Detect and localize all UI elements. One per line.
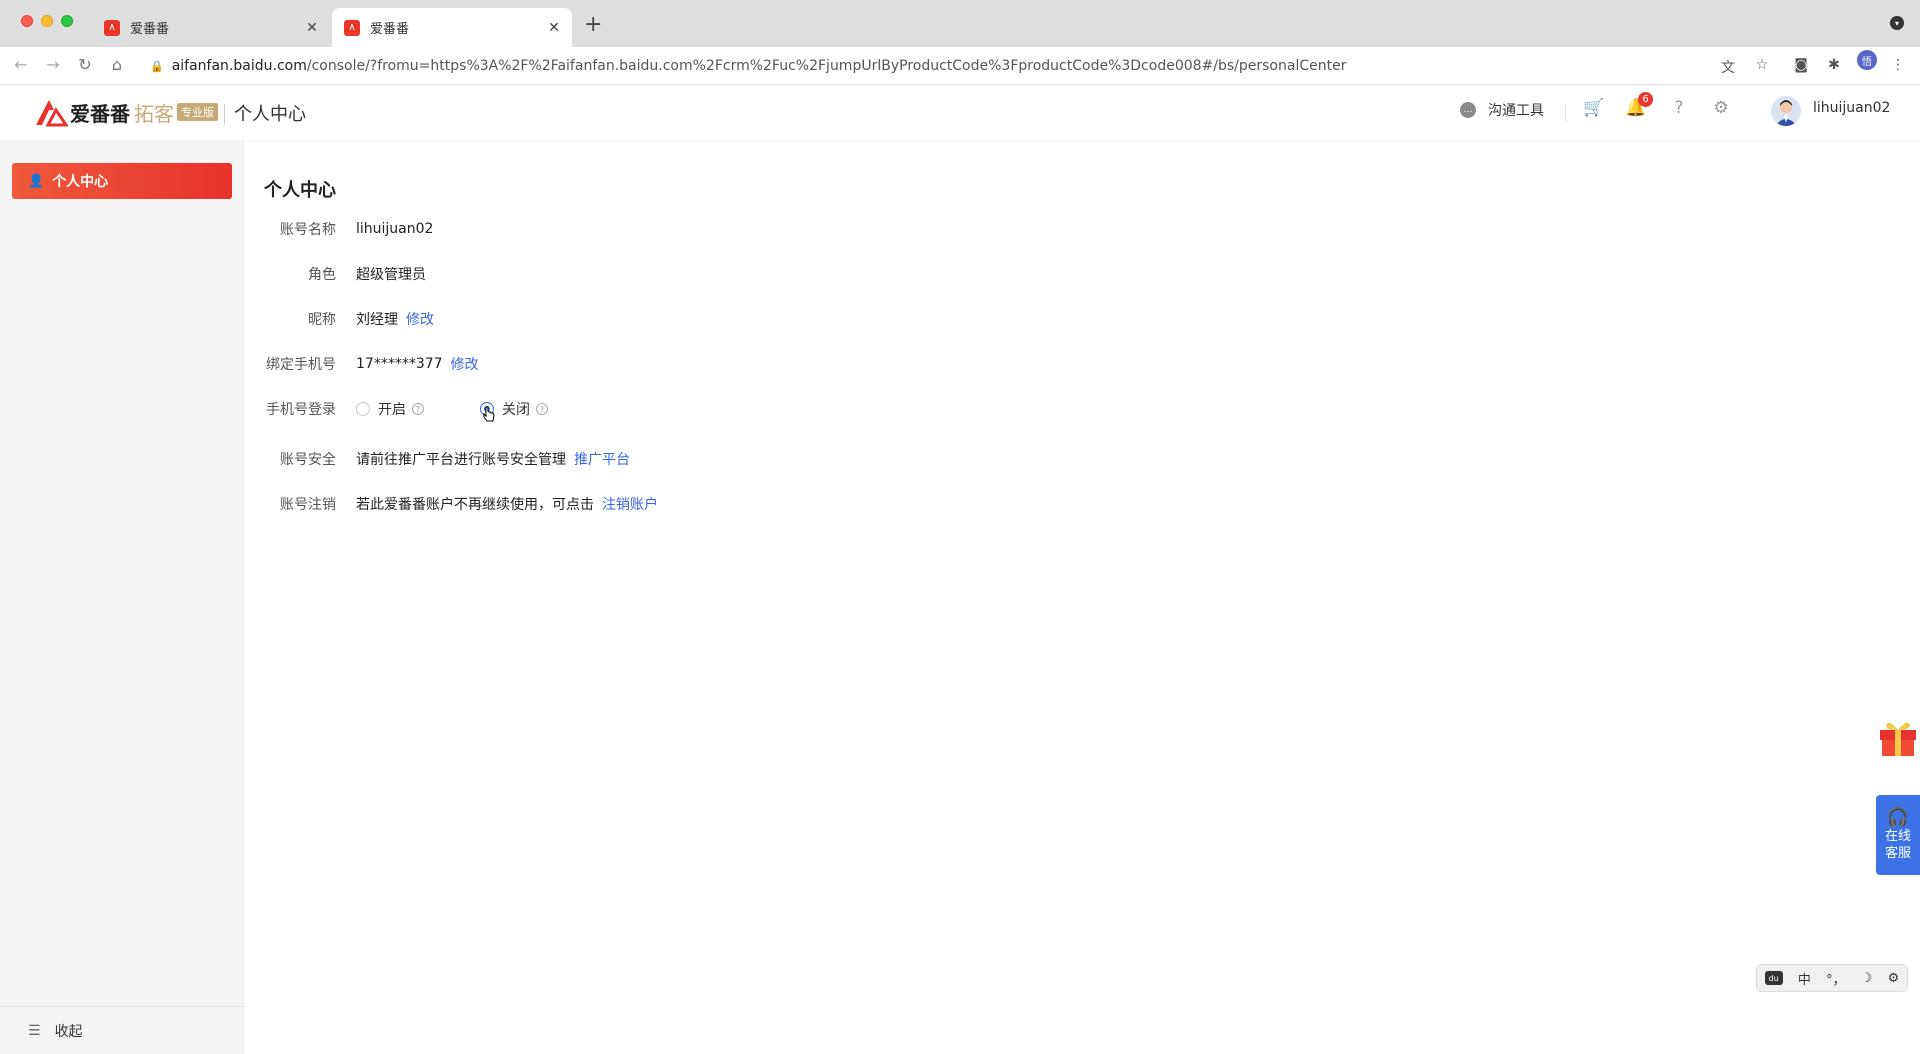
ime-language-toggle[interactable]: 中 xyxy=(1798,969,1811,988)
header-title: 个人中心 xyxy=(234,104,306,125)
phone-row: 绑定手机号 17******377 修改 xyxy=(252,353,479,375)
cs-label-line1: 在线 xyxy=(1884,828,1911,844)
field-label: 角色 xyxy=(308,267,336,283)
field-label: 账号安全 xyxy=(280,452,336,468)
window-maximize-button[interactable] xyxy=(61,15,73,27)
tab-search-icon[interactable]: ▾ xyxy=(1890,16,1904,30)
field-label: 账号名称 xyxy=(280,222,336,238)
cancel-text: 若此爱番番账户不再继续使用，可点击 xyxy=(356,497,594,513)
role-row: 角色 超级管理员 xyxy=(252,263,426,285)
account-security-row: 账号安全 请前往推广平台进行账号安全管理 推广平台 xyxy=(252,448,630,470)
notification-badge: 6 xyxy=(1638,92,1653,107)
window-close-button[interactable] xyxy=(21,15,33,27)
chat-icon[interactable]: … xyxy=(1460,102,1476,118)
field-label: 手机号登录 xyxy=(266,402,336,418)
browser-tab-active[interactable]: ∧ 爱番番 ✕ xyxy=(332,8,572,47)
user-avatar[interactable] xyxy=(1771,96,1801,126)
role-value: 超级管理员 xyxy=(356,267,426,283)
sidebar: 👤 个人中心 ☰ 收起 xyxy=(0,140,244,1054)
account-name-value: lihuijuan02 xyxy=(356,221,434,237)
settings-gear-icon[interactable]: ⚙ xyxy=(1710,98,1732,118)
url-host: aifanfan.baidu.com xyxy=(171,58,307,74)
nickname-value: 刘经理 xyxy=(356,312,398,328)
home-icon[interactable]: ⌂ xyxy=(106,55,128,74)
account-name-row: 账号名称 lihuijuan02 xyxy=(252,218,433,240)
help-icon[interactable]: ? xyxy=(412,403,424,415)
online-customer-service-button[interactable]: 🎧 在线 客服 xyxy=(1876,795,1920,875)
header-divider xyxy=(224,104,225,124)
bookmark-star-icon[interactable]: ☆ xyxy=(1752,57,1772,73)
app-header: 爱番番 拓客 专业版 个人中心 … 沟通工具 🛒 🔔 6 ? ⚙ lihuiju… xyxy=(0,86,1920,140)
ime-logo-icon[interactable]: du xyxy=(1764,971,1783,985)
nickname-row: 昵称 刘经理 修改 xyxy=(252,308,434,330)
favicon-icon: ∧ xyxy=(344,19,360,36)
reload-icon[interactable]: ↻ xyxy=(74,55,96,74)
brand-logo[interactable]: 爱番番 拓客 专业版 xyxy=(34,94,218,130)
cancel-account-link[interactable]: 注销账户 xyxy=(602,494,658,514)
sidebar-collapse-button[interactable]: ☰ 收起 xyxy=(0,1006,244,1054)
ime-moon-icon[interactable]: ☽ xyxy=(1861,971,1873,986)
ime-settings-icon[interactable]: ⚙ xyxy=(1888,971,1900,986)
tab-close-icon[interactable]: ✕ xyxy=(544,20,564,36)
camera-icon[interactable]: ◙ xyxy=(1791,57,1811,73)
radio-on[interactable] xyxy=(356,402,370,416)
promotion-platform-link[interactable]: 推广平台 xyxy=(574,449,630,469)
field-label: 昵称 xyxy=(308,312,336,328)
username[interactable]: lihuijuan02 xyxy=(1813,100,1890,116)
window-minimize-button[interactable] xyxy=(41,15,53,27)
tab-title: 爱番番 xyxy=(370,22,410,37)
browser-toolbar: ← → ↻ ⌂ 🔒 aifanfan.baidu.com/console/?fr… xyxy=(0,47,1920,85)
phone-login-row: 手机号登录 开启 ? 关闭 ? xyxy=(252,398,548,420)
account-cancel-row: 账号注销 若此爱番番账户不再继续使用，可点击 注销账户 xyxy=(252,493,658,515)
translate-icon[interactable]: 文 xyxy=(1718,57,1738,77)
browser-tab-bar: ∧ 爱番番 ✕ ∧ 爱番番 ✕ + ▾ xyxy=(0,0,1920,47)
edit-nickname-link[interactable]: 修改 xyxy=(406,309,434,329)
radio-off-label[interactable]: 关闭 xyxy=(502,399,530,419)
header-separator xyxy=(1565,104,1566,122)
page-title: 个人中心 xyxy=(264,180,336,201)
phone-login-on-option[interactable]: 开启 ? xyxy=(356,399,424,419)
collapse-menu-icon: ☰ xyxy=(28,1022,41,1039)
edition-badge: 专业版 xyxy=(177,103,218,121)
forward-icon[interactable]: → xyxy=(42,55,64,74)
tab-title: 爱番番 xyxy=(130,22,170,37)
cart-icon[interactable]: 🛒 xyxy=(1583,98,1605,118)
help-icon[interactable]: ? xyxy=(1668,98,1690,118)
browser-menu-icon[interactable]: ⋮ xyxy=(1888,57,1908,73)
sidebar-item-label: 个人中心 xyxy=(52,174,109,190)
url-path: /console/?fromu=https%3A%2F%2Faifanfan.b… xyxy=(306,58,1347,74)
headset-icon: 🎧 xyxy=(1886,806,1910,828)
lock-icon: 🔒 xyxy=(150,59,164,73)
collapse-label: 收起 xyxy=(54,1023,83,1040)
back-icon[interactable]: ← xyxy=(10,55,32,74)
extensions-icon[interactable]: ✱ xyxy=(1824,57,1844,73)
new-tab-icon[interactable]: + xyxy=(584,12,602,37)
tab-close-icon[interactable]: ✕ xyxy=(302,20,322,36)
comm-tool-button[interactable]: 沟通工具 xyxy=(1488,100,1544,120)
favicon-icon: ∧ xyxy=(104,19,120,36)
help-icon[interactable]: ? xyxy=(536,403,548,415)
edit-phone-link[interactable]: 修改 xyxy=(451,354,479,374)
radio-on-label[interactable]: 开启 xyxy=(378,399,406,419)
ime-punctuation-toggle[interactable]: °， xyxy=(1826,969,1846,988)
mouse-cursor-icon xyxy=(483,406,495,422)
sidebar-item-personal-center[interactable]: 👤 个人中心 xyxy=(12,163,232,199)
gift-icon[interactable] xyxy=(1876,714,1920,758)
logo-text: 爱番番 xyxy=(70,101,130,126)
field-label: 账号注销 xyxy=(280,497,336,513)
address-bar[interactable]: 🔒 aifanfan.baidu.com/console/?fromu=http… xyxy=(138,52,1748,80)
browser-profile-avatar[interactable]: 悟 xyxy=(1857,50,1877,70)
phone-value: 17******377 xyxy=(356,356,443,372)
security-text: 请前往推广平台进行账号安全管理 xyxy=(356,452,566,468)
logo-mark-icon xyxy=(34,96,69,128)
field-label: 绑定手机号 xyxy=(266,357,336,373)
logo-subtext: 拓客 xyxy=(134,101,174,126)
user-icon: 👤 xyxy=(28,173,45,189)
browser-tab[interactable]: ∧ 爱番番 ✕ xyxy=(92,8,330,47)
cs-label-line2: 客服 xyxy=(1884,845,1911,861)
ime-toolbar: du 中 °， ☽ ⚙ xyxy=(1756,964,1908,992)
